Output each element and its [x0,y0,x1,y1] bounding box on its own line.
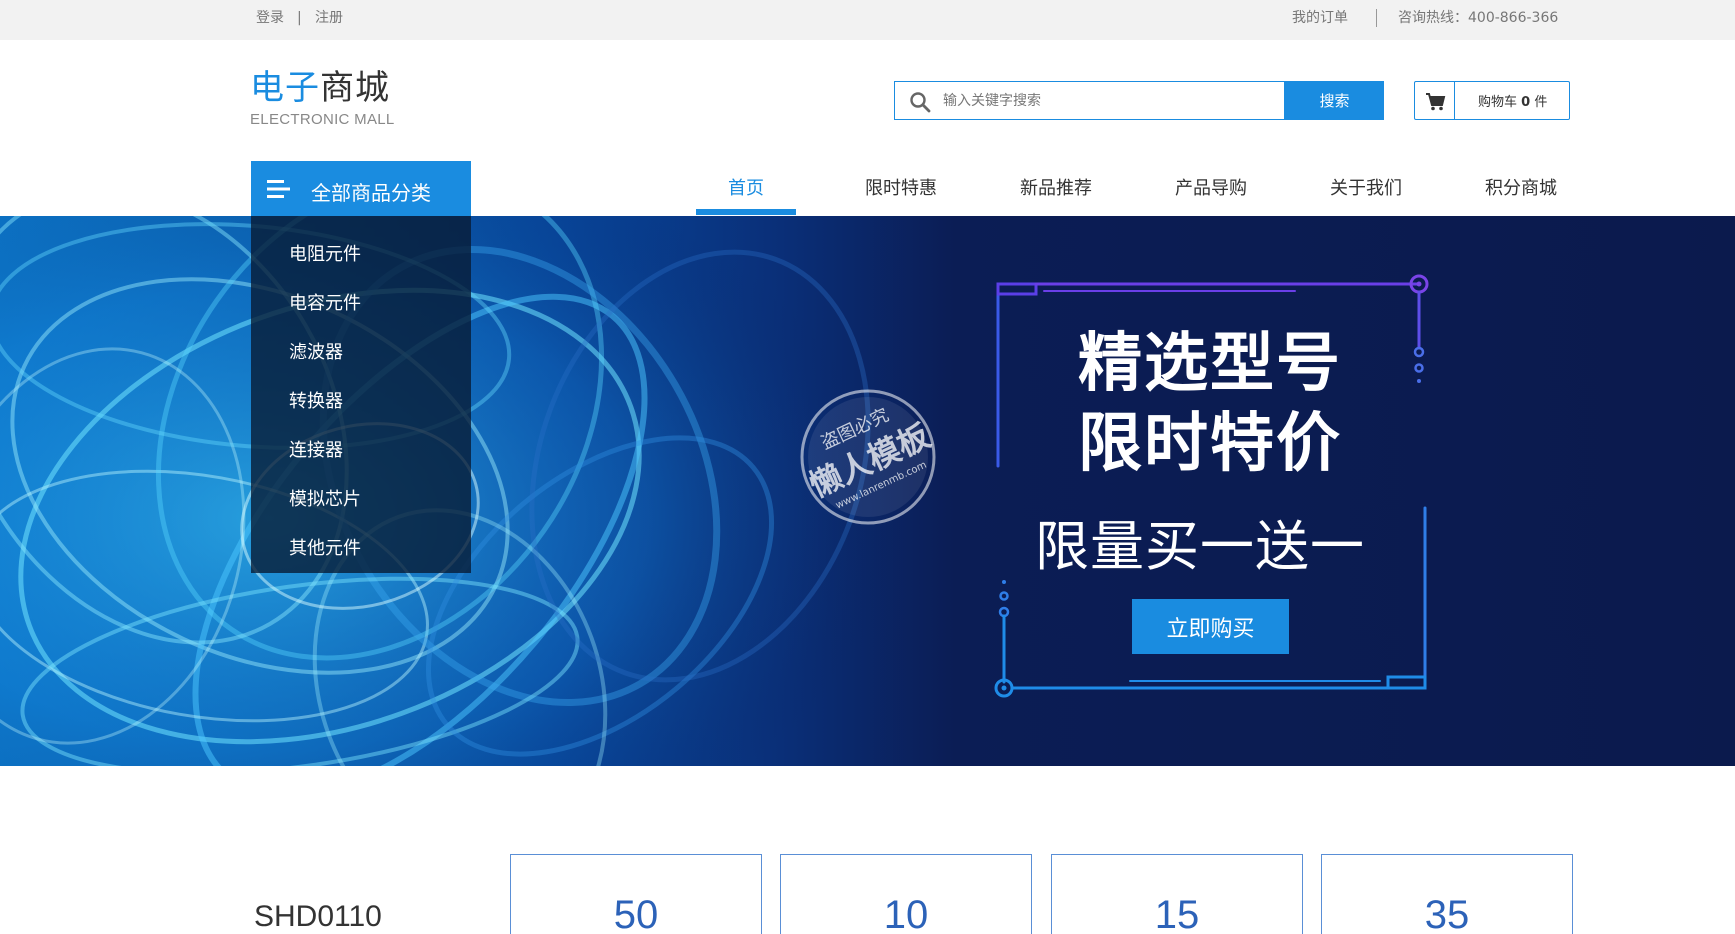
topbar-divider [1376,9,1377,27]
stat-card-4: 35 [1321,854,1573,934]
nav-flash-sale[interactable]: 限时特惠 [865,174,937,200]
top-bar: 登录 | 注册 我的订单 咨询热线：400-866-366 [0,0,1735,40]
category-item-connector[interactable]: 连接器 [289,436,343,462]
category-item-other[interactable]: 其他元件 [289,534,361,560]
search-box [894,81,1285,120]
nav-points-mall[interactable]: 积分商城 [1485,174,1557,200]
all-categories-button[interactable]: 全部商品分类 [251,161,471,216]
my-orders-link[interactable]: 我的订单 [1292,10,1348,26]
promo-title-1: 精选型号 [1078,327,1342,401]
category-item-filter[interactable]: 滤波器 [289,338,343,364]
topbar-separator: | [297,10,302,26]
stat-card-1: 50 [510,854,762,934]
stat-card-2: 10 [780,854,1032,934]
buy-now-button[interactable]: 立即购买 [1132,599,1289,654]
cart-label-text: 购物车 [1478,95,1518,110]
menu-icon [267,180,290,198]
nav-new-products[interactable]: 新品推荐 [1020,174,1092,200]
nav-active-indicator [696,209,796,215]
logo[interactable]: 电子商城 [250,68,390,108]
logo-highlight: 电子 [250,68,320,108]
nav-about-us[interactable]: 关于我们 [1330,174,1402,200]
cart-icon-box [1415,82,1455,119]
cart-label: 购物车 0 件 [1478,91,1547,110]
cart-unit: 件 [1534,95,1548,110]
category-item-analog-chip[interactable]: 模拟芯片 [289,485,361,511]
stat-card-3: 15 [1051,854,1303,934]
all-categories-label: 全部商品分类 [311,181,431,205]
cart-count: 0 [1521,95,1531,110]
cart-button[interactable]: 购物车 0 件 [1414,81,1570,120]
stats-title: SHD0110 [254,900,382,933]
logo-subtitle: ELECTRONIC MALL [250,111,395,128]
search-button[interactable]: 搜索 [1285,81,1384,120]
cart-icon [1426,93,1446,111]
category-item-capacitor[interactable]: 电容元件 [289,289,361,315]
hotline-text: 咨询热线：400-866-366 [1398,10,1559,26]
watermark-seal: 盗图必究 懒人模板 www.lanrenmb.com [800,389,936,525]
search-input[interactable] [943,90,1273,112]
promo-subtitle: 限量买一送一 [1035,515,1365,578]
category-item-resistor[interactable]: 电阻元件 [289,240,361,266]
login-link[interactable]: 登录 [256,10,284,26]
search-icon [910,92,931,113]
promo-title-2: 限时特价 [1078,407,1342,481]
category-item-converter[interactable]: 转换器 [289,387,343,413]
nav-home[interactable]: 首页 [728,174,764,200]
logo-rest: 商城 [320,68,390,108]
nav-product-guide[interactable]: 产品导购 [1175,174,1247,200]
category-list: 电阻元件 电容元件 滤波器 转换器 连接器 模拟芯片 其他元件 [251,216,471,573]
register-link[interactable]: 注册 [315,10,343,26]
